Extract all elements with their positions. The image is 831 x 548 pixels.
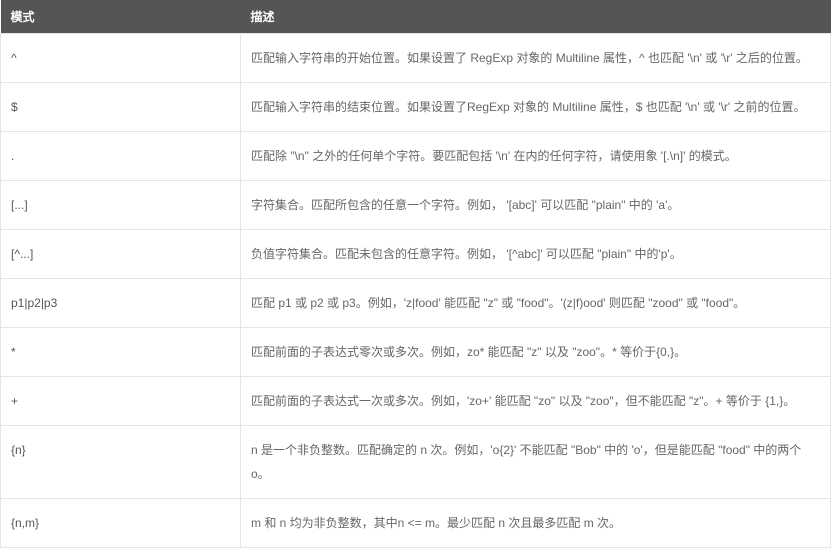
cell-pattern: p1|p2|p3 [1,279,241,328]
cell-desc: 字符集合。匹配所包含的任意一个字符。例如， '[abc]' 可以匹配 "plai… [241,181,831,230]
cell-desc: n 是一个非负整数。匹配确定的 n 次。例如，'o{2}' 不能匹配 "Bob"… [241,426,831,499]
table-row: ^ 匹配输入字符串的开始位置。如果设置了 RegExp 对象的 Multilin… [1,34,831,83]
cell-desc: 匹配输入字符串的开始位置。如果设置了 RegExp 对象的 Multiline … [241,34,831,83]
cell-pattern: [^...] [1,230,241,279]
cell-desc: 匹配前面的子表达式零次或多次。例如，zo* 能匹配 "z" 以及 "zoo"。*… [241,328,831,377]
cell-desc: m 和 n 均为非负整数，其中n <= m。最少匹配 n 次且最多匹配 m 次。 [241,499,831,548]
table-row: [...] 字符集合。匹配所包含的任意一个字符。例如， '[abc]' 可以匹配… [1,181,831,230]
cell-pattern: {n} [1,426,241,499]
cell-desc: 负值字符集合。匹配未包含的任意字符。例如， '[^abc]' 可以匹配 "pla… [241,230,831,279]
cell-desc: 匹配 p1 或 p2 或 p3。例如，'z|food' 能匹配 "z" 或 "f… [241,279,831,328]
table-row: {n} n 是一个非负整数。匹配确定的 n 次。例如，'o{2}' 不能匹配 "… [1,426,831,499]
cell-desc: 匹配输入字符串的结束位置。如果设置了RegExp 对象的 Multiline 属… [241,83,831,132]
cell-pattern: ^ [1,34,241,83]
table-row: $ 匹配输入字符串的结束位置。如果设置了RegExp 对象的 Multiline… [1,83,831,132]
cell-pattern: * [1,328,241,377]
table-row: + 匹配前面的子表达式一次或多次。例如，'zo+' 能匹配 "zo" 以及 "z… [1,377,831,426]
table-row: {n,m} m 和 n 均为非负整数，其中n <= m。最少匹配 n 次且最多匹… [1,499,831,548]
table-header-row: 模式 描述 [1,0,831,34]
cell-pattern: + [1,377,241,426]
table-row: * 匹配前面的子表达式零次或多次。例如，zo* 能匹配 "z" 以及 "zoo"… [1,328,831,377]
cell-pattern: $ [1,83,241,132]
table-row: . 匹配除 "\n" 之外的任何单个字符。要匹配包括 '\n' 在内的任何字符，… [1,132,831,181]
cell-desc: 匹配除 "\n" 之外的任何单个字符。要匹配包括 '\n' 在内的任何字符，请使… [241,132,831,181]
table-row: [^...] 负值字符集合。匹配未包含的任意字符。例如， '[^abc]' 可以… [1,230,831,279]
table-row: p1|p2|p3 匹配 p1 或 p2 或 p3。例如，'z|food' 能匹配… [1,279,831,328]
header-pattern: 模式 [1,0,241,34]
cell-pattern: [...] [1,181,241,230]
regex-table: 模式 描述 ^ 匹配输入字符串的开始位置。如果设置了 RegExp 对象的 Mu… [0,0,831,548]
cell-desc: 匹配前面的子表达式一次或多次。例如，'zo+' 能匹配 "zo" 以及 "zoo… [241,377,831,426]
cell-pattern: {n,m} [1,499,241,548]
cell-pattern: . [1,132,241,181]
header-desc: 描述 [241,0,831,34]
